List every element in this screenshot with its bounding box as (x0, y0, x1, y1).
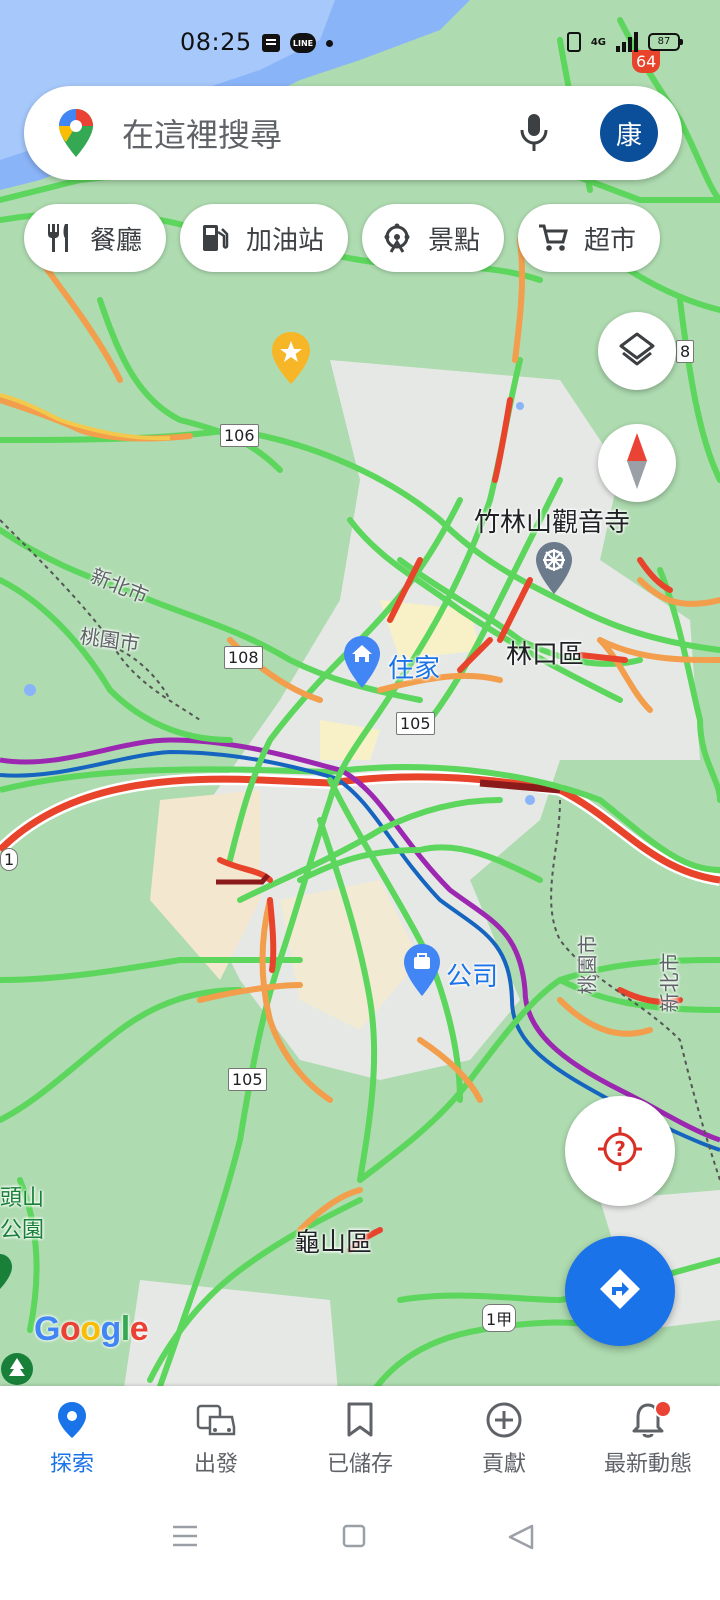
route-shield-1: 1 (0, 848, 19, 871)
status-bar: 08:25 LINE 4G 87 (0, 0, 720, 90)
nav-go[interactable]: 出發 (144, 1386, 288, 1490)
nav-label: 已儲存 (326, 1452, 393, 1477)
nav-label: 探索 (49, 1452, 94, 1477)
chip-label: 餐廳 (90, 225, 143, 256)
category-chips: 餐廳 加油站 景點 超市 (24, 204, 661, 272)
commute-icon (196, 1400, 236, 1440)
microphone-icon[interactable] (516, 112, 552, 158)
gas-station-icon (198, 221, 232, 255)
line-notification-icon: LINE (290, 33, 316, 53)
svg-text:?: ? (614, 1137, 626, 1161)
back-button-icon[interactable] (508, 1524, 534, 1554)
battery-icon: 87 (648, 33, 683, 51)
home-button-icon[interactable] (342, 1524, 366, 1552)
account-avatar[interactable]: 康 (600, 104, 658, 162)
explore-pin-icon (52, 1400, 92, 1440)
system-navigation-bar (0, 1490, 720, 1600)
layers-button[interactable] (598, 312, 676, 390)
route-shield-105-north: 105 (396, 712, 435, 735)
chip-label: 超市 (584, 225, 637, 256)
shopping-cart-icon (536, 221, 570, 255)
map-label-park-b: 公園 (0, 1218, 45, 1243)
bottom-navigation: 探索 出發 已儲存 貢獻 最新動態 (0, 1386, 720, 1490)
compass-icon (625, 433, 649, 493)
bookmark-icon (340, 1400, 380, 1440)
notification-badge (654, 1400, 672, 1418)
signal-icon (616, 32, 638, 52)
layers-icon (617, 329, 657, 373)
nav-updates[interactable]: 最新動態 (576, 1386, 720, 1490)
google-maps-logo-icon (58, 108, 94, 162)
google-logo: Google (34, 1310, 149, 1348)
directions-button[interactable] (565, 1236, 675, 1346)
nav-label: 貢獻 (481, 1452, 526, 1477)
status-time: 08:25 (180, 28, 252, 56)
map-label-home[interactable]: 住家 (388, 648, 440, 685)
attractions-icon (380, 221, 414, 255)
chip-label: 景點 (428, 225, 481, 256)
compass-button[interactable] (598, 424, 676, 502)
nav-explore[interactable]: 探索 (0, 1386, 144, 1490)
nav-contribute[interactable]: 貢獻 (432, 1386, 576, 1490)
more-notifications-dot-icon (326, 39, 333, 47)
map-label-temple[interactable]: 竹林山觀音寺 (474, 502, 630, 539)
nav-label: 出發 (193, 1452, 238, 1477)
recent-apps-icon[interactable] (172, 1524, 198, 1552)
directions-icon (596, 1265, 644, 1317)
search-input[interactable]: 在這裡搜尋 (122, 110, 282, 156)
chip-label: 加油站 (246, 225, 325, 256)
route-shield-106: 106 (220, 424, 259, 447)
map-label-new-taipei-vertical: 新北市 (657, 952, 682, 1013)
add-circle-icon (484, 1400, 524, 1440)
chip-supermarkets[interactable]: 超市 (518, 204, 661, 272)
restaurant-icon (42, 221, 76, 255)
chip-restaurants[interactable]: 餐廳 (24, 204, 167, 272)
chip-gas-stations[interactable]: 加油站 (180, 204, 349, 272)
nav-label: 最新動態 (603, 1452, 692, 1477)
map-label-company[interactable]: 公司 (446, 956, 498, 993)
vibrate-icon (566, 32, 581, 52)
nav-saved[interactable]: 已儲存 (288, 1386, 432, 1490)
map-label-guishan: 龜山區 (294, 1228, 373, 1258)
search-bar[interactable]: 在這裡搜尋 康 (24, 86, 682, 180)
network-type: 4G (590, 36, 606, 48)
map-label-park-a: 頭山 (0, 1186, 45, 1211)
route-shield-105-south: 105 (228, 1068, 267, 1091)
my-location-button[interactable]: ? (565, 1096, 675, 1206)
map-label-linkou: 林口區 (506, 640, 585, 670)
note-notification-icon (262, 34, 280, 52)
route-shield-1jia: 1甲 (482, 1304, 517, 1332)
map-label-taoyuan-vertical: 桃園市 (575, 934, 600, 995)
route-shield-8: 8 (676, 340, 695, 363)
route-shield-108: 108 (224, 646, 263, 669)
location-unknown-icon: ? (596, 1125, 644, 1177)
chip-attractions[interactable]: 景點 (362, 204, 505, 272)
